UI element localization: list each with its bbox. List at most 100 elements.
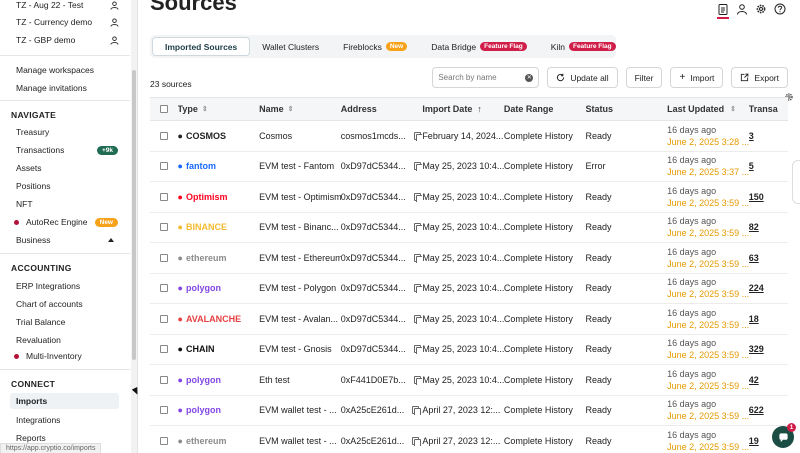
table-row[interactable]: ● ethereum EVM wallet test - ... 0xA25cE261… (150, 426, 788, 453)
copy-icon[interactable] (412, 436, 422, 446)
transactions-link[interactable]: 63 (749, 253, 759, 263)
table-row[interactable]: ● Optimism EVM test - Optimism 0xD97dC5344.… (150, 182, 788, 213)
date-range-cell: Complete History (503, 130, 573, 141)
workspace-item[interactable]: TZ - Currency demo (16, 14, 119, 30)
row-checkbox[interactable] (159, 253, 168, 262)
col-name[interactable]: Name ⇕ (259, 104, 341, 114)
copy-icon[interactable] (413, 345, 423, 355)
sidebar-item-positions[interactable]: Positions (0, 178, 124, 194)
table-row[interactable]: ● AVALANCHE EVM test - Avalan... 0xD97dC534… (150, 304, 788, 335)
row-checkbox[interactable] (159, 162, 168, 171)
manage-workspaces-link[interactable]: Manage workspaces (16, 65, 94, 75)
tab-imported-sources[interactable]: Imported Sources (152, 37, 251, 56)
sidebar-item-nft[interactable]: NFT (0, 196, 124, 212)
chain-logo: ● ethereum (177, 435, 227, 446)
update-all-button[interactable]: Update all (547, 67, 618, 88)
transactions-link[interactable]: 622 (749, 405, 764, 415)
filter-button[interactable]: Filter (625, 67, 663, 88)
tab-wallet-clusters[interactable]: Wallet Clusters (250, 37, 331, 56)
sidebar-item-autorec-engine[interactable]: AutoRec Engine New (0, 214, 124, 230)
search-input[interactable]: Search by name ✕ (432, 67, 540, 88)
table-row[interactable]: ● fantom EVM test - Fantom 0xD97dC5344... Ma… (150, 152, 788, 182)
date-range-cell: Complete History (503, 435, 573, 446)
import-button[interactable]: + Import (670, 67, 724, 88)
copy-icon[interactable] (413, 375, 423, 385)
col-import-date[interactable]: Import Date ↑ (422, 104, 504, 114)
clear-icon[interactable]: ✕ (525, 73, 534, 82)
row-select-cell (150, 314, 178, 323)
sidebar-item-trial-balance[interactable]: Trial Balance (0, 314, 124, 330)
row-checkbox[interactable] (159, 284, 168, 293)
sidebar-item-business[interactable]: Business (0, 232, 124, 248)
sidebar-scrollbar-thumb[interactable] (132, 70, 136, 360)
sidebar-item-transactions[interactable]: Transactions +9k (0, 142, 124, 158)
transactions-link[interactable]: 3 (749, 131, 754, 141)
type-cell: ● polygon (178, 283, 260, 293)
col-type[interactable]: Type ⇕ (178, 104, 260, 114)
transactions-link[interactable]: 42 (749, 375, 759, 385)
date-range-cell: Complete History (503, 191, 573, 202)
table-row[interactable]: ● polygon EVM wallet test - ... 0xA25cE261d… (150, 396, 788, 426)
transactions-link[interactable]: 5 (749, 161, 754, 171)
transactions-link[interactable]: 150 (749, 192, 764, 202)
transactions-cell: 63 (749, 253, 788, 263)
table-row[interactable]: ● CHAIN EVM test - Gnosis 0xD97dC5344... May… (150, 335, 788, 365)
copy-icon[interactable] (413, 131, 423, 141)
table-row[interactable]: ● COSMOS Cosmos cosmos1mcds... February 14, … (150, 121, 788, 152)
dot-icon (14, 219, 19, 225)
divider (0, 100, 130, 101)
copy-icon[interactable] (413, 314, 423, 324)
row-checkbox[interactable] (159, 314, 168, 323)
chain-logo-icon: ● (177, 130, 183, 141)
transactions-link[interactable]: 329 (749, 344, 764, 354)
clipboard-icon[interactable] (717, 3, 729, 19)
row-checkbox[interactable] (159, 192, 168, 201)
workspace-item[interactable]: TZ - GBP demo (16, 32, 119, 48)
workspace-item[interactable]: TZ - Aug 22 - Test (16, 0, 119, 13)
tab-kiln[interactable]: Kiln Feature Flag (539, 37, 628, 56)
sidebar-item-revaluation[interactable]: Revaluation (0, 332, 124, 348)
address-cell: 0xA25cE261d... (341, 405, 423, 416)
manage-invitations-link[interactable]: Manage invitations (16, 83, 87, 93)
user-icon[interactable] (736, 3, 748, 15)
row-checkbox[interactable] (159, 406, 168, 415)
sidebar-item-treasury[interactable]: Treasury (0, 124, 124, 140)
chain-logo: ● CHAIN (177, 344, 215, 355)
transactions-link[interactable]: 18 (749, 314, 759, 324)
sidebar-item-integrations[interactable]: Integrations (0, 412, 124, 428)
table-row[interactable]: ● polygon EVM test - Polygon 0xD97dC5344...… (150, 274, 788, 304)
row-checkbox[interactable] (159, 436, 168, 445)
transactions-link[interactable]: 224 (749, 283, 764, 293)
side-panel-handle[interactable] (792, 160, 800, 204)
chat-button[interactable]: 1 (772, 423, 796, 448)
sidebar-item-multi-inventory[interactable]: Multi-Inventory (0, 348, 124, 364)
tab-fireblocks[interactable]: Fireblocks New (331, 37, 419, 56)
select-all-checkbox[interactable] (159, 105, 168, 113)
table-row[interactable]: ● polygon Eth test 0xF441D0E7b... May 25, 20… (150, 365, 788, 396)
export-button[interactable]: Export (731, 67, 788, 88)
row-checkbox[interactable] (159, 131, 168, 140)
help-icon[interactable] (774, 3, 786, 15)
sidebar-item-erp-integrations[interactable]: ERP Integrations (0, 278, 124, 294)
transactions-link[interactable]: 82 (749, 222, 759, 232)
row-checkbox[interactable] (159, 345, 168, 354)
refresh-icon (557, 73, 565, 82)
sidebar-item-imports[interactable]: Imports (10, 393, 119, 409)
col-last-updated[interactable]: Last Updated ⇕ (667, 104, 749, 114)
copy-icon[interactable] (413, 284, 423, 294)
sidebar-item-chart-of-accounts[interactable]: Chart of accounts (0, 296, 124, 312)
transactions-link[interactable]: 19 (749, 436, 759, 446)
copy-icon[interactable] (413, 192, 423, 202)
transactions-cell: 224 (749, 283, 788, 293)
row-checkbox[interactable] (159, 375, 168, 384)
copy-icon[interactable] (413, 162, 423, 172)
gear-icon[interactable] (755, 3, 767, 15)
sidebar-item-assets[interactable]: Assets (0, 160, 124, 176)
table-row[interactable]: ● ethereum EVM test - Ethereum 0xD97dC5344.… (150, 243, 788, 274)
copy-icon[interactable] (413, 223, 423, 233)
row-checkbox[interactable] (159, 223, 168, 232)
copy-icon[interactable] (413, 253, 423, 263)
tab-data-bridge[interactable]: Data Bridge Feature Flag (419, 37, 539, 56)
table-row[interactable]: ● BINANCE EVM test - Binanc... 0xD97dC5344.… (150, 213, 788, 243)
copy-icon[interactable] (412, 406, 422, 416)
